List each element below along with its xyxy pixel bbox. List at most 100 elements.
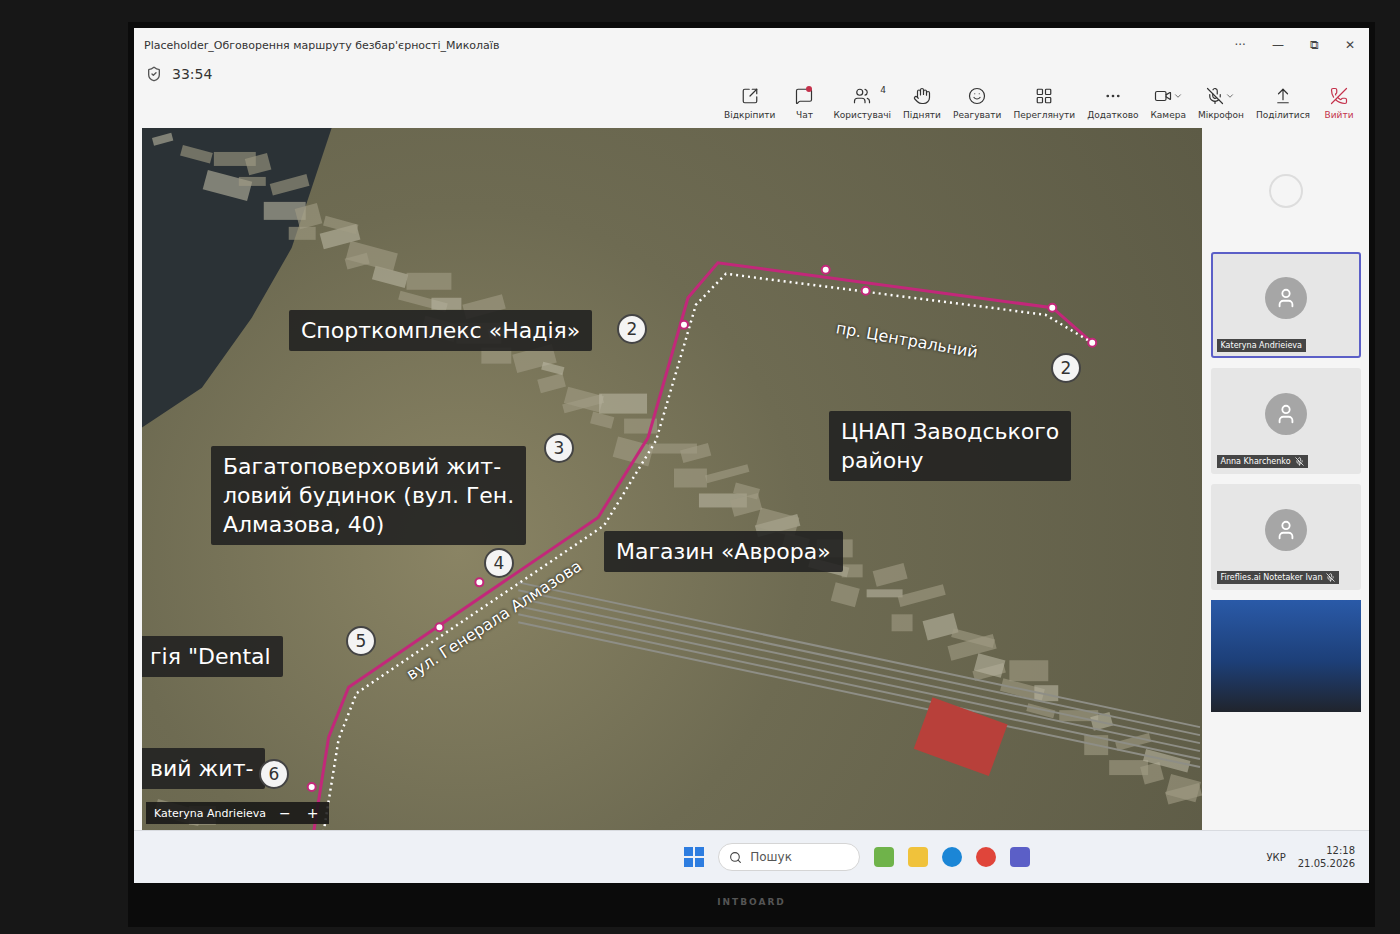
zoom-in-button[interactable]: + [304, 805, 322, 821]
folder-icon[interactable] [908, 847, 928, 867]
hangup-icon [1330, 87, 1348, 105]
edge-icon[interactable] [942, 847, 962, 867]
header: Placeholder_Обговорення маршруту безбар'… [134, 28, 1369, 128]
search-icon [729, 851, 742, 864]
mic-off-icon [1295, 457, 1304, 466]
count-badge: 4 [880, 85, 886, 95]
windows-logo-icon[interactable] [684, 847, 704, 867]
toolbar-icon-row [1274, 87, 1292, 105]
toolbar-button[interactable]: Поділитися [1251, 83, 1315, 124]
toolbar-button[interactable]: Чат [782, 83, 826, 124]
participant-tile[interactable]: Kateryna Andrieieva [1211, 252, 1361, 358]
search-box[interactable]: Пошук [718, 843, 860, 871]
chevron-icon[interactable] [1173, 91, 1183, 101]
map-pin: 2 [617, 314, 647, 344]
share-icon [1274, 87, 1292, 105]
window-title: Placeholder_Обговорення маршруту безбар'… [144, 39, 499, 52]
call-body: пр. Центральнийвул. Генерала АлмазоваСпо… [134, 128, 1369, 830]
presenter-tag: Kateryna Andrieieva−+ [146, 802, 329, 824]
call-bar: 33:54 Відкріпити Чат Користувачі 4 Підняти Реа… [134, 62, 1369, 128]
toolbar-icon-row [1206, 87, 1235, 105]
toolbar-button[interactable]: Користувачі 4 [828, 83, 896, 124]
toolbar-icon-row [1104, 87, 1122, 105]
toolbar-icon-row [853, 87, 871, 105]
place-label: Магазин «Аврора» [604, 531, 843, 572]
toolbar-button[interactable]: Підняти [898, 83, 946, 124]
zoom-out-button[interactable]: − [276, 805, 294, 821]
window-control[interactable]: — [1268, 36, 1288, 54]
title-bar: Placeholder_Обговорення маршруту безбар'… [134, 28, 1369, 62]
toolbar-icon-row [1154, 87, 1183, 105]
toolbar-button[interactable]: Відкріпити [719, 83, 780, 124]
smile-icon [968, 87, 986, 105]
window-control[interactable]: ⧉ [1306, 36, 1323, 54]
monitor-bezel: INTBOARD [134, 883, 1369, 927]
chevron-icon[interactable] [1225, 91, 1235, 101]
video-tile[interactable] [1211, 600, 1361, 712]
toolbar-button[interactable]: Переглянути [1008, 83, 1080, 124]
shield-icon [146, 66, 162, 82]
photo-scene: Placeholder_Обговорення маршруту безбар'… [0, 0, 1400, 934]
participant-name-tag: Kateryna Andrieieva [1217, 339, 1306, 352]
unpin-icon [741, 87, 759, 105]
timer-text: 33:54 [172, 66, 212, 82]
toolbar-label: Підняти [903, 110, 941, 120]
street-label: пр. Центральний [835, 318, 980, 362]
toolbar-label: Користувачі [833, 110, 891, 120]
toolbar-button[interactable]: Мікрофон [1193, 83, 1249, 124]
toolbar-button[interactable]: Вийти [1317, 83, 1361, 124]
person-icon [1275, 519, 1297, 541]
map-pin: 3 [544, 433, 574, 463]
avatar [1265, 509, 1307, 551]
monitor: Placeholder_Обговорення маршруту безбар'… [128, 22, 1375, 927]
language-indicator[interactable]: УКР [1267, 852, 1286, 863]
toolbar: Відкріпити Чат Користувачі 4 Підняти Реагуват… [719, 83, 1361, 124]
taskbar: Пошук УКР 12:18 21.05.2026 [134, 830, 1369, 883]
toolbar-button[interactable]: Додатково [1082, 83, 1143, 124]
toolbar-button[interactable]: Камера [1145, 83, 1190, 124]
toolbar-label: Чат [796, 110, 813, 120]
camera-icon [1154, 87, 1172, 105]
window-control[interactable]: ··· [1230, 36, 1249, 54]
person-icon [1275, 287, 1297, 309]
search-placeholder: Пошук [750, 850, 792, 864]
participant-tile[interactable]: Anna Kharchenko [1211, 368, 1361, 474]
hand-icon [913, 87, 931, 105]
map-pin: 2 [1051, 353, 1081, 383]
toolbar-label: Мікрофон [1198, 110, 1244, 120]
chrome-icon[interactable] [976, 847, 996, 867]
toolbar-label: Камера [1150, 110, 1185, 120]
clock-date: 21.05.2026 [1298, 858, 1355, 869]
clock-time: 12:18 [1326, 845, 1355, 856]
brand-logo: INTBOARD [717, 897, 786, 907]
place-label: вий жит- [142, 748, 265, 789]
participant-tile[interactable]: Fireflies.ai Notetaker Ivan [1211, 484, 1361, 590]
toolbar-label: Переглянути [1013, 110, 1075, 120]
participant-name-tag: Anna Kharchenko [1217, 455, 1308, 468]
toolbar-label: Вийти [1325, 110, 1354, 120]
participant-name: Fireflies.ai Notetaker Ivan [1221, 573, 1323, 582]
toolbar-icon-row [1330, 87, 1348, 105]
avatar [1265, 393, 1307, 435]
people-icon [853, 87, 871, 105]
window-controls: ··· — ⧉ ✕ [1230, 36, 1359, 54]
system-tray: УКР 12:18 21.05.2026 [1267, 845, 1356, 869]
place-label: Спорткомплекс «Надія» [289, 310, 592, 351]
toolbar-icon-row [1035, 87, 1053, 105]
taskbar-apps: Пошук [148, 843, 1267, 871]
widget-icon[interactable] [874, 847, 894, 867]
window-control[interactable]: ✕ [1341, 36, 1359, 54]
teams-icon[interactable] [1010, 847, 1030, 867]
place-label: гія "Dental [142, 636, 283, 677]
clock[interactable]: 12:18 21.05.2026 [1298, 845, 1355, 869]
toolbar-label: Реагувати [953, 110, 1001, 120]
toolbar-label: Додатково [1087, 110, 1138, 120]
avatar [1265, 277, 1307, 319]
map-pin: 5 [346, 626, 376, 656]
toolbar-label: Відкріпити [724, 110, 775, 120]
toolbar-button[interactable]: Реагувати [948, 83, 1006, 124]
map-pin: 4 [484, 548, 514, 578]
presenter-name: Kateryna Andrieieva [154, 807, 266, 820]
grid-icon [1035, 87, 1053, 105]
participant-name: Anna Kharchenko [1221, 457, 1291, 466]
